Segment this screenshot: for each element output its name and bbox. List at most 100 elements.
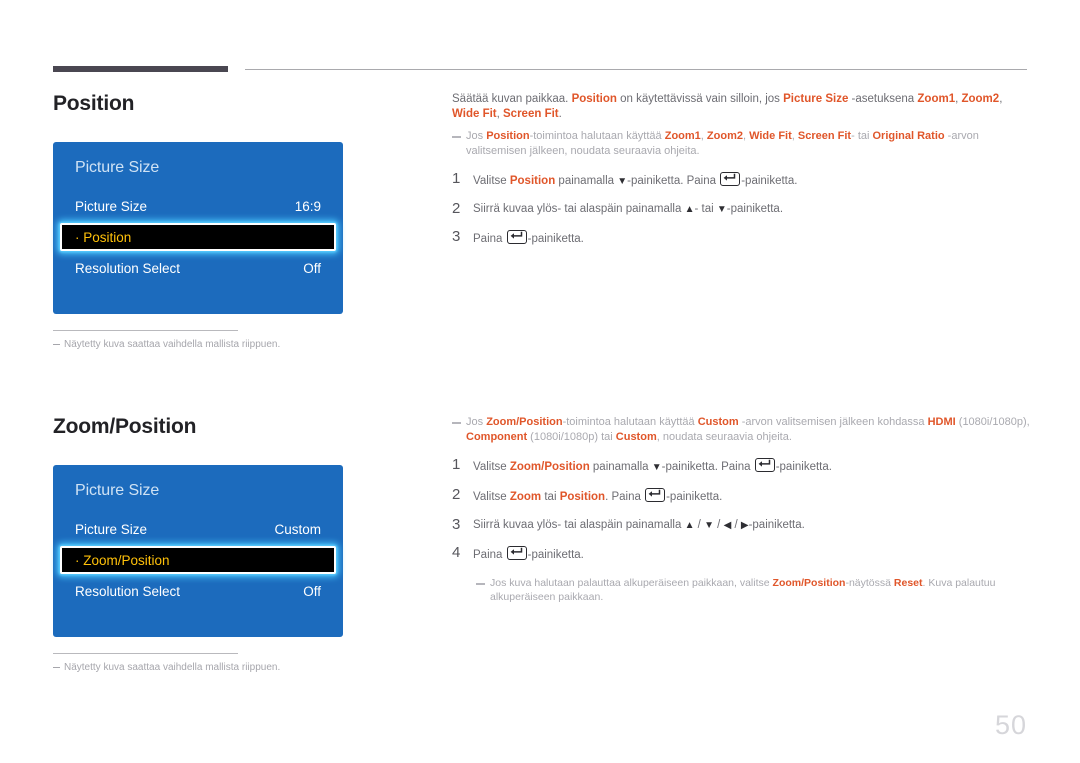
enter-key-icon [506, 546, 527, 560]
highlighted-term: Screen Fit [797, 130, 852, 142]
text-run: -asetuksena [848, 93, 918, 105]
direction-arrow-icon: ▲ [684, 204, 695, 215]
dim-text: -arvon valitsemisen jälkeen kohdassa [738, 416, 928, 428]
step-number: 1 [452, 456, 461, 473]
footnote-rule [53, 653, 238, 654]
text-run: Siirrä kuvaa ylös- tai alaspäin painamal… [473, 203, 685, 215]
direction-arrow-icon: ▼ [651, 462, 662, 473]
step-number: 3 [452, 516, 461, 533]
instruction-step: 1 Valitse Position painamalla ▼-painikett… [452, 171, 1030, 189]
header-thin-rule [245, 69, 1027, 70]
highlighted-term: Custom [615, 431, 657, 443]
step-number: 1 [452, 170, 461, 187]
highlighted-term: Zoom2 [961, 93, 1000, 105]
sub-note-dash-icon [476, 583, 485, 585]
highlighted-term: Zoom/Position [509, 461, 590, 473]
osd-menu-title: Picture Size [75, 482, 160, 499]
direction-arrow-icon: ▲ [684, 520, 695, 531]
text-run: -painiketta. [775, 461, 832, 473]
highlighted-term: Custom [697, 416, 739, 428]
instruction-step: 4 Paina -painiketta. [452, 545, 1030, 563]
note-dash-icon [452, 136, 461, 138]
footnote-text: Näytetty kuva saattaa vaihdella mallista… [53, 662, 353, 673]
instructions-column-zoom-position: Jos Zoom/Position-toimintoa halutaan käy… [452, 415, 1030, 604]
text-run: Valitse [473, 175, 510, 187]
dim-text: - tai [851, 130, 873, 142]
dim-text: Jos kuva halutaan palauttaa alkuperäisee… [490, 577, 773, 589]
highlighted-term: Wide Fit [749, 130, 792, 142]
direction-arrow-icon: ▼ [704, 520, 714, 531]
footnote-dash-icon [53, 343, 60, 345]
text-run: Valitse [473, 491, 510, 503]
text-run: -painiketta. [741, 175, 798, 187]
step-text: Valitse Position painamalla ▼-painiketta… [473, 171, 797, 189]
highlighted-term: Picture Size [783, 93, 849, 105]
step-text: Paina -painiketta. [473, 545, 584, 563]
osd-row-selected[interactable]: · Zoom/Position [60, 546, 336, 574]
highlighted-term: Position [571, 93, 617, 105]
highlighted-term: Position [509, 175, 556, 187]
note-paragraph: Jos Position-toimintoa halutaan käyttää … [452, 129, 1030, 159]
sub-note-text: Jos kuva halutaan palauttaa alkuperäisee… [490, 577, 996, 603]
highlighted-term: Component [466, 431, 528, 443]
highlighted-term: Original Ratio [872, 130, 945, 142]
highlighted-term: Zoom/Position [772, 577, 846, 589]
dim-text: Jos [466, 130, 487, 142]
osd-menu-picture-size[interactable]: Picture Size Picture Size 16:9 · Position R… [53, 142, 343, 314]
highlighted-term: Reset [893, 577, 923, 589]
osd-row[interactable]: Picture Size Custom [53, 514, 343, 544]
highlighted-term: Zoom2 [706, 130, 743, 142]
text-run: painamalla [589, 461, 652, 473]
text-run: Paina [473, 549, 506, 561]
footnote-text: Näytetty kuva saattaa vaihdella mallista… [53, 339, 353, 350]
osd-row-label: · Zoom/Position [75, 552, 170, 568]
text-run: . [558, 108, 562, 120]
direction-arrow-icon: ▼ [617, 176, 628, 187]
step-text: Paina -painiketta. [473, 229, 584, 247]
instruction-step: 2 Siirrä kuvaa ylös- tai alaspäin painama… [452, 201, 1030, 217]
instruction-step: 1 Valitse Zoom/Position painamalla ▼-pain… [452, 457, 1030, 475]
dim-text: Jos [466, 416, 487, 428]
note-paragraph: Jos Zoom/Position-toimintoa halutaan käy… [452, 415, 1030, 445]
osd-row-value: Custom [274, 521, 321, 537]
osd-menu-picture-size-custom[interactable]: Picture Size Picture Size Custom · Zoom/Po… [53, 465, 343, 637]
steps-list: 1 Valitse Zoom/Position painamalla ▼-pain… [452, 457, 1030, 563]
osd-row-label: · Position [75, 229, 132, 245]
osd-row-selected[interactable]: · Position [60, 223, 336, 251]
page-number: 50 [994, 710, 1027, 740]
osd-row-label: Resolution Select [75, 260, 181, 276]
steps-list: 1 Valitse Position painamalla ▼-painikett… [452, 171, 1030, 247]
text-run: -painiketta. [748, 519, 805, 531]
osd-row-label: Resolution Select [75, 583, 181, 599]
osd-row[interactable]: Resolution Select Off [53, 576, 343, 606]
enter-key-icon [645, 488, 666, 502]
page-title: Position [53, 92, 135, 115]
highlighted-term: Wide Fit [452, 108, 497, 120]
text-run: Siirrä kuvaa ylös- tai alaspäin painamal… [473, 519, 685, 531]
step-text: Siirrä kuvaa ylös- tai alaspäin painamal… [473, 517, 805, 533]
text-run: / [731, 519, 741, 531]
text-run: -painiketta. [726, 203, 784, 215]
osd-row-label: Picture Size [75, 521, 148, 537]
osd-menu-title: Picture Size [75, 159, 160, 176]
highlighted-term: Zoom1 [664, 130, 701, 142]
footnote-rule [53, 330, 238, 331]
step-number: 3 [452, 228, 461, 245]
osd-footnote: Näytetty kuva saattaa vaihdella mallista… [53, 330, 353, 350]
text-run: -painiketta. [527, 549, 584, 561]
highlighted-term: Zoom [509, 491, 542, 503]
text-run: -painiketta. Paina [661, 461, 754, 473]
instruction-step: 3 Siirrä kuvaa ylös- tai alaspäin painama… [452, 517, 1030, 533]
highlighted-term: Zoom1 [917, 93, 956, 105]
enter-key-icon [754, 458, 775, 472]
text-run: on käytettävissä vain silloin, jos [616, 93, 784, 105]
text-run: Säätää kuvan paikkaa. [452, 93, 572, 105]
step-number: 2 [452, 200, 461, 217]
footnote-dash-icon [53, 666, 60, 668]
note-text: Jos Position-toimintoa halutaan käyttää … [466, 130, 979, 157]
text-run: tai [541, 491, 560, 503]
osd-row-list: Picture Size 16:9 · Position Resolution Sel… [53, 191, 343, 283]
osd-row[interactable]: Resolution Select Off [53, 253, 343, 283]
footnote-label: Näytetty kuva saattaa vaihdella mallista… [64, 662, 281, 673]
osd-row[interactable]: Picture Size 16:9 [53, 191, 343, 221]
